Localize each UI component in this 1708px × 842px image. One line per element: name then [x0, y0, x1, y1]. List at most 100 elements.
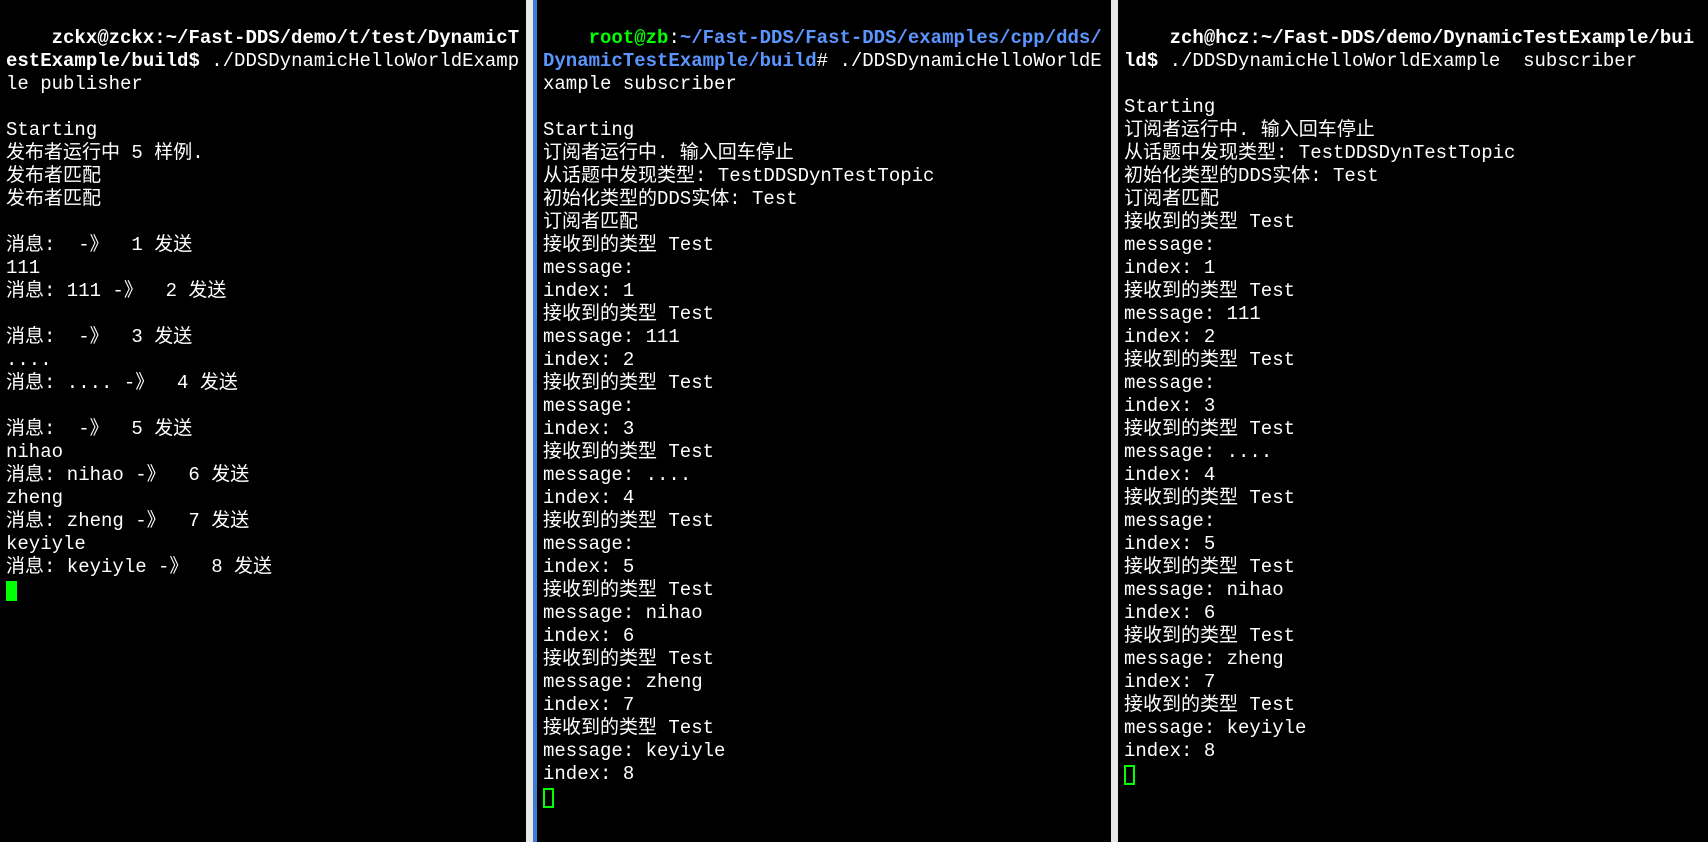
output-line: message: 111 — [1124, 303, 1702, 326]
output-line: .... — [6, 349, 520, 372]
output-line: index: 8 — [543, 763, 1105, 786]
output-line: 接收到的类型 Test — [1124, 280, 1702, 303]
output-line: message: nihao — [1124, 579, 1702, 602]
output-line: index: 2 — [543, 349, 1105, 372]
output-line: 接收到的类型 Test — [1124, 418, 1702, 441]
output-line: nihao — [6, 441, 520, 464]
output-line: 接收到的类型 Test — [543, 441, 1105, 464]
output-line: message: — [543, 395, 1105, 418]
output-line: 初始化类型的DDS实体: Test — [543, 188, 1105, 211]
output-line: 接收到的类型 Test — [543, 234, 1105, 257]
output-line: 接收到的类型 Test — [543, 372, 1105, 395]
terminal-output: Starting订阅者运行中. 输入回车停止从话题中发现类型: TestDDSD… — [1124, 96, 1702, 763]
output-line: index: 8 — [1124, 740, 1702, 763]
output-line: 接收到的类型 Test — [1124, 349, 1702, 372]
output-line: index: 2 — [1124, 326, 1702, 349]
terminal-output: Starting发布者运行中 5 样例.发布者匹配发布者匹配 消息: -》 1 … — [6, 119, 520, 579]
output-line: message: .... — [1124, 441, 1702, 464]
output-line: message: .... — [543, 464, 1105, 487]
prompt-user: zckx@zckx — [52, 27, 155, 49]
scrollbar[interactable] — [533, 0, 537, 842]
output-line: 消息: 111 -》 2 发送 — [6, 280, 520, 303]
output-line: 接收到的类型 Test — [543, 579, 1105, 602]
output-line: Starting — [1124, 96, 1702, 119]
output-line: Starting — [6, 119, 520, 142]
output-line: 接收到的类型 Test — [543, 510, 1105, 533]
output-line: zheng — [6, 487, 520, 510]
terminal-publisher[interactable]: zckx@zckx:~/Fast-DDS/demo/t/test/Dynamic… — [0, 0, 526, 842]
output-line: message: — [543, 533, 1105, 556]
output-line: 订阅者运行中. 输入回车停止 — [1124, 119, 1702, 142]
output-line: keyiyle — [6, 533, 520, 556]
output-line: 订阅者匹配 — [1124, 188, 1702, 211]
prompt-sep: : — [668, 27, 679, 49]
output-line: index: 4 — [543, 487, 1105, 510]
output-line: index: 4 — [1124, 464, 1702, 487]
output-line: 接收到的类型 Test — [1124, 694, 1702, 717]
output-line: 发布者匹配 — [6, 188, 520, 211]
output-line: 消息: zheng -》 7 发送 — [6, 510, 520, 533]
output-line: message: keyiyle — [1124, 717, 1702, 740]
output-line: 从话题中发现类型: TestDDSDynTestTopic — [543, 165, 1105, 188]
output-line — [6, 211, 520, 234]
output-line: message: nihao — [543, 602, 1105, 625]
output-line: 消息: keyiyle -》 8 发送 — [6, 556, 520, 579]
output-line: index: 1 — [1124, 257, 1702, 280]
output-line: 接收到的类型 Test — [1124, 625, 1702, 648]
output-line: 接收到的类型 Test — [1124, 556, 1702, 579]
pane-divider[interactable] — [526, 0, 533, 842]
output-line: 消息: nihao -》 6 发送 — [6, 464, 520, 487]
cursor-icon — [1124, 765, 1135, 785]
output-line: 接收到的类型 Test — [1124, 487, 1702, 510]
output-line: message: — [1124, 372, 1702, 395]
output-line: index: 6 — [1124, 602, 1702, 625]
output-line: message: 111 — [543, 326, 1105, 349]
output-line: 订阅者运行中. 输入回车停止 — [543, 142, 1105, 165]
output-line: index: 7 — [1124, 671, 1702, 694]
output-line: 初始化类型的DDS实体: Test — [1124, 165, 1702, 188]
output-line: 消息: .... -》 4 发送 — [6, 372, 520, 395]
prompt-sep: : — [1249, 27, 1260, 49]
prompt-line: zch@hcz:~/Fast-DDS/demo/DynamicTestExamp… — [1124, 4, 1702, 96]
pane-divider[interactable] — [1111, 0, 1118, 842]
output-line: 接收到的类型 Test — [543, 648, 1105, 671]
output-line: 订阅者匹配 — [543, 211, 1105, 234]
output-line: message: zheng — [543, 671, 1105, 694]
output-line: index: 1 — [543, 280, 1105, 303]
output-line: index: 3 — [543, 418, 1105, 441]
prompt-sep: : — [154, 27, 165, 49]
output-line: 接收到的类型 Test — [543, 303, 1105, 326]
output-line: 发布者运行中 5 样例. — [6, 142, 520, 165]
output-line: index: 6 — [543, 625, 1105, 648]
prompt-hash: # — [817, 50, 840, 72]
output-line: message: keyiyle — [543, 740, 1105, 763]
output-line — [6, 395, 520, 418]
prompt-line: root@zb:~/Fast-DDS/Fast-DDS/examples/cpp… — [539, 4, 1105, 119]
output-line — [6, 303, 520, 326]
output-line: 消息: -》 1 发送 — [6, 234, 520, 257]
output-line: index: 5 — [1124, 533, 1702, 556]
output-line: index: 5 — [543, 556, 1105, 579]
output-line: 从话题中发现类型: TestDDSDynTestTopic — [1124, 142, 1702, 165]
output-line: message: zheng — [1124, 648, 1702, 671]
output-line: 接收到的类型 Test — [1124, 211, 1702, 234]
output-line: 发布者匹配 — [6, 165, 520, 188]
output-line: message: — [543, 257, 1105, 280]
command-text: ./DDSDynamicHelloWorldExample subscriber — [1170, 50, 1637, 72]
prompt-line: zckx@zckx:~/Fast-DDS/demo/t/test/Dynamic… — [6, 4, 520, 119]
output-line: message: — [1124, 234, 1702, 257]
output-line: index: 3 — [1124, 395, 1702, 418]
output-line: message: — [1124, 510, 1702, 533]
prompt-user: zch@hcz — [1170, 27, 1250, 49]
output-line: 消息: -》 5 发送 — [6, 418, 520, 441]
output-line: index: 7 — [543, 694, 1105, 717]
cursor-icon — [6, 581, 17, 601]
output-line: 消息: -》 3 发送 — [6, 326, 520, 349]
terminal-subscriber-root[interactable]: root@zb:~/Fast-DDS/Fast-DDS/examples/cpp… — [533, 0, 1111, 842]
terminal-subscriber-user[interactable]: zch@hcz:~/Fast-DDS/demo/DynamicTestExamp… — [1118, 0, 1708, 842]
prompt-dollar: $ — [188, 50, 211, 72]
output-line: 接收到的类型 Test — [543, 717, 1105, 740]
prompt-user: root@zb — [589, 27, 669, 49]
output-line: Starting — [543, 119, 1105, 142]
prompt-dollar: $ — [1147, 50, 1170, 72]
